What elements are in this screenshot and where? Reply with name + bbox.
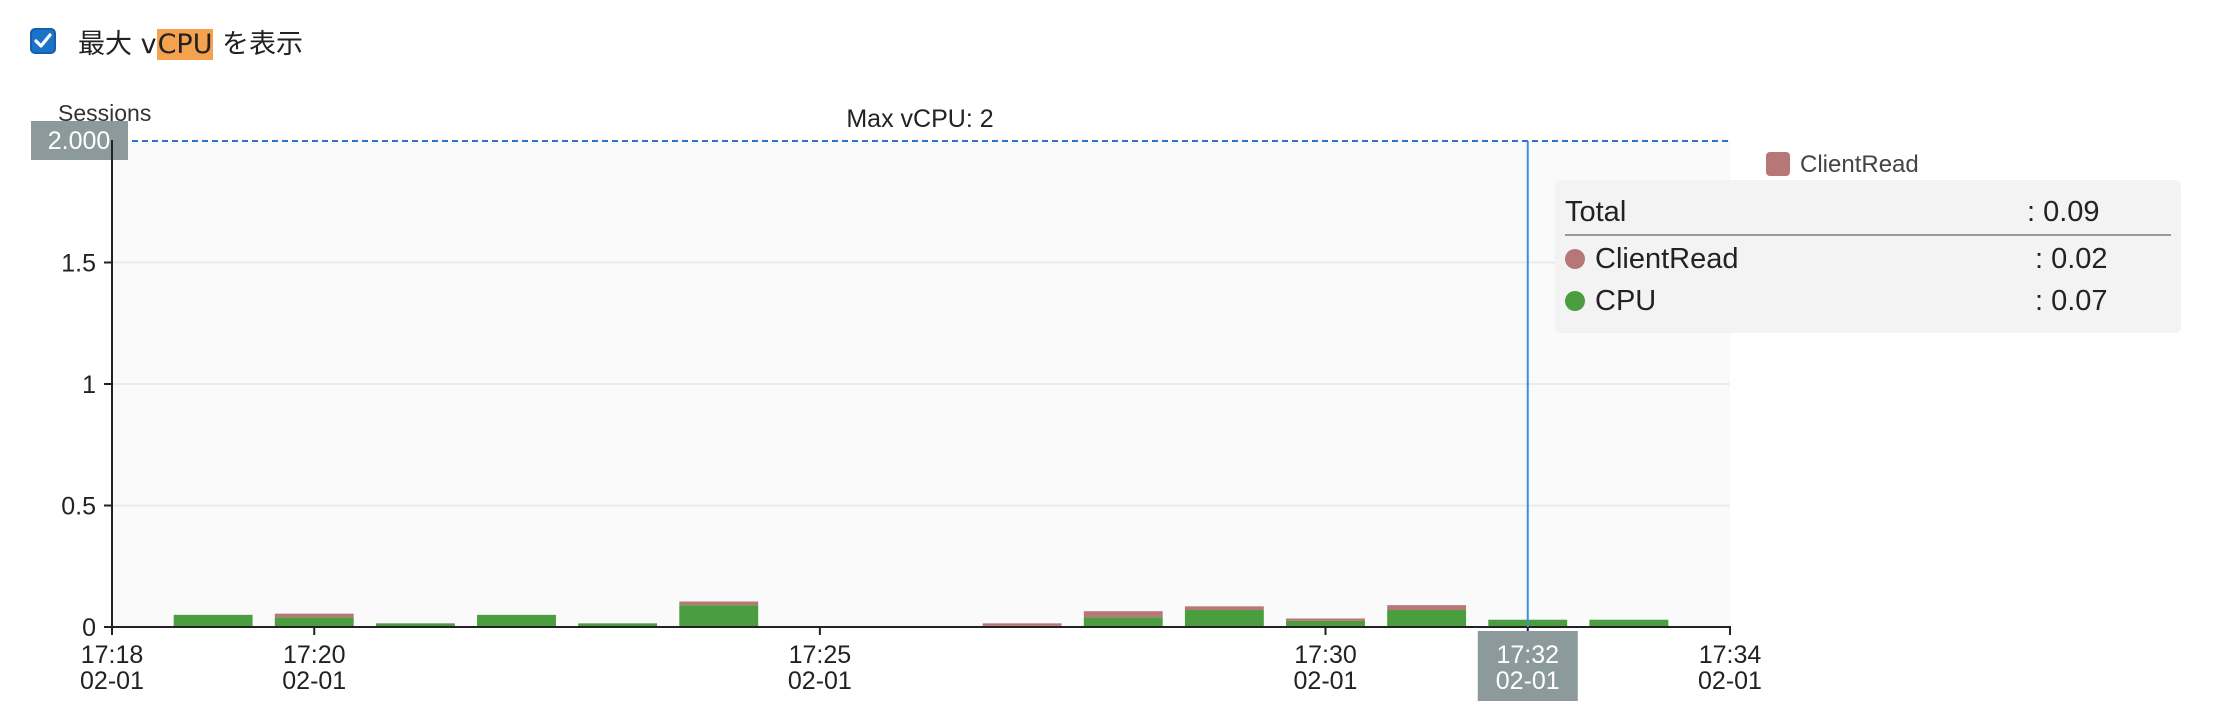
bar-cpu bbox=[274, 617, 354, 627]
legend-label-clientread[interactable]: ClientRead bbox=[1800, 151, 1919, 178]
x-axis-ticks: 17:1802-0117:2002-0117:2502-0117:3002-01… bbox=[80, 627, 1762, 701]
tooltip-row-clientread: ClientRead : 0.02 bbox=[1565, 238, 2171, 280]
tooltip-total-label: Total bbox=[1565, 195, 1627, 228]
bar-clientread bbox=[1387, 605, 1467, 610]
tooltip-cpu-label: CPU bbox=[1595, 284, 1657, 317]
tooltip-total-value: : 0.09 bbox=[2027, 195, 2100, 228]
bar-cpu bbox=[1387, 609, 1467, 627]
y-tick-label: 0.5 bbox=[61, 493, 96, 521]
bar-clientread bbox=[274, 613, 354, 618]
x-tick-time: 17:34 bbox=[1699, 641, 1762, 669]
bar-cpu bbox=[1083, 617, 1163, 627]
legend-swatch-clientread bbox=[1766, 152, 1790, 176]
bar-cpu bbox=[679, 605, 759, 627]
bar-cpu bbox=[173, 614, 253, 627]
tooltip-clientread-value: : 0.02 bbox=[2035, 242, 2108, 275]
bar-cpu bbox=[1589, 619, 1669, 627]
bar-cpu bbox=[1184, 609, 1264, 627]
bar-cpu bbox=[477, 614, 556, 627]
x-tick-date: 02-01 bbox=[282, 667, 346, 695]
bar-clientread bbox=[1286, 618, 1365, 621]
x-tick-date: 02-01 bbox=[1496, 667, 1560, 695]
x-tick-date: 02-01 bbox=[80, 667, 144, 695]
bar-clientread bbox=[1184, 606, 1264, 610]
y-tick-label: 1 bbox=[82, 371, 96, 399]
x-tick-time: 17:20 bbox=[283, 641, 346, 669]
tooltip-cpu-value: : 0.07 bbox=[2035, 284, 2108, 317]
bar-clientread bbox=[1083, 611, 1163, 618]
bar-clientread bbox=[982, 623, 1062, 626]
x-tick-time: 17:25 bbox=[789, 641, 852, 669]
clientread-dot-icon bbox=[1565, 249, 1585, 269]
x-tick-time: 17:30 bbox=[1294, 641, 1357, 669]
cpu-dot-icon bbox=[1565, 291, 1585, 311]
tooltip-row-cpu: CPU : 0.07 bbox=[1565, 280, 2171, 322]
sessions-chart: 00.511.5 Sessions Max vCPU: 2 2.000 17:1… bbox=[31, 100, 1919, 701]
x-tick-time: 17:18 bbox=[81, 641, 144, 669]
x-tick-date: 02-01 bbox=[1698, 667, 1762, 695]
tooltip-total-row: Total : 0.09 bbox=[1565, 190, 2171, 236]
x-tick-date: 02-01 bbox=[1294, 667, 1358, 695]
y-tick-label: 0 bbox=[82, 614, 96, 642]
max-vcpu-tag-value: 2.000 bbox=[48, 127, 111, 155]
tooltip-clientread-label: ClientRead bbox=[1595, 242, 1739, 275]
max-vcpu-label: Max vCPU: 2 bbox=[846, 105, 993, 133]
bar-clientread bbox=[679, 601, 759, 606]
x-tick-time: 17:32 bbox=[1496, 641, 1559, 669]
y-tick-label: 1.5 bbox=[61, 250, 96, 278]
hover-tooltip: Total : 0.09 ClientRead : 0.02 CPU : 0.0… bbox=[1555, 180, 2181, 333]
x-tick-date: 02-01 bbox=[788, 667, 852, 695]
y-axis-ticks: 0 0.5 1 1.5 bbox=[61, 250, 112, 642]
